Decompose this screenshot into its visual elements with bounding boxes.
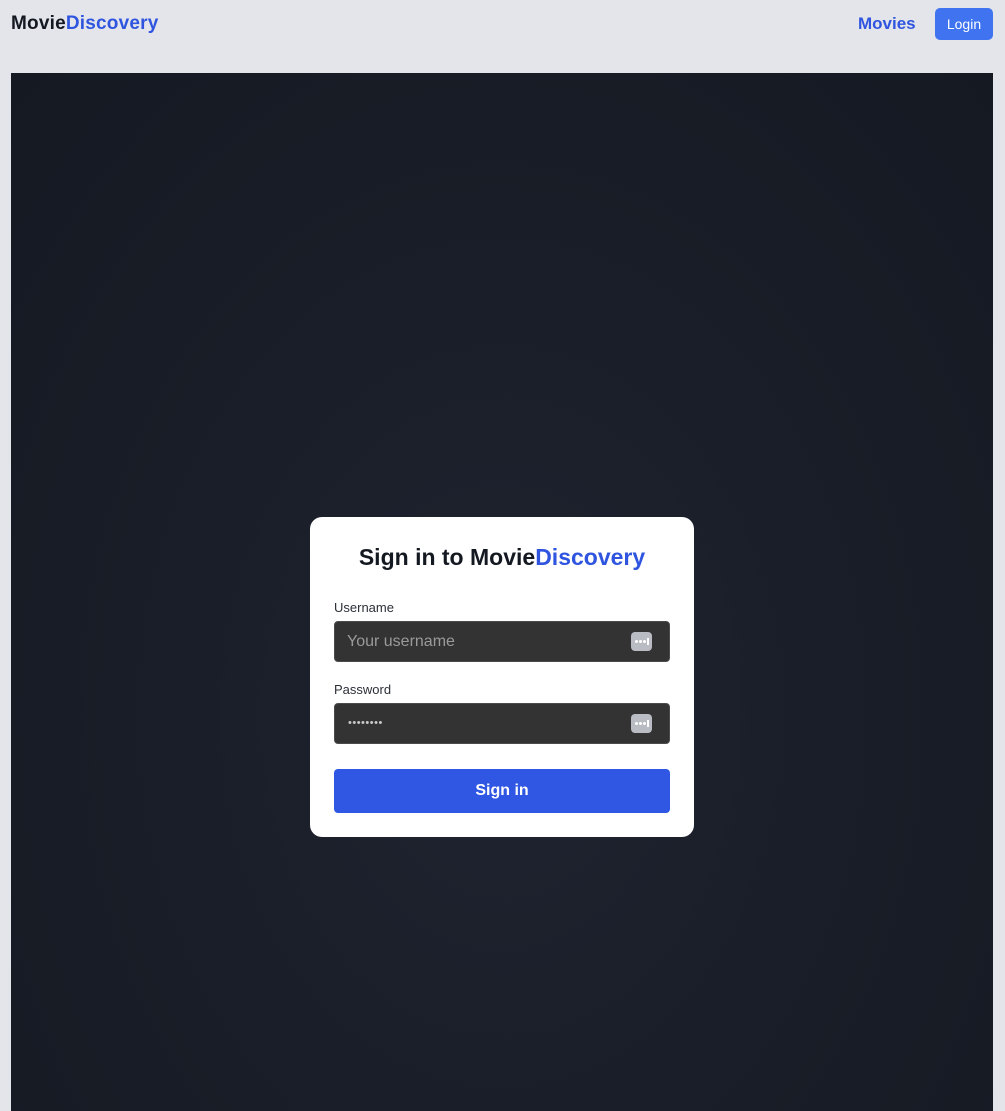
key-dot <box>643 640 646 643</box>
password-field-wrapper[interactable]: •••••••• <box>334 703 670 744</box>
login-title-highlight: Discovery <box>535 544 646 570</box>
password-label: Password <box>334 682 392 697</box>
username-field-wrapper <box>334 621 670 662</box>
key-dot <box>643 722 646 725</box>
sign-in-button[interactable]: Sign in <box>334 769 670 813</box>
username-input[interactable] <box>347 622 617 661</box>
key-dot <box>635 722 638 725</box>
login-button[interactable]: Login <box>935 8 993 40</box>
login-card: Sign in to MovieDiscovery Username Passw… <box>310 517 694 837</box>
login-title: Sign in to MovieDiscovery <box>310 543 694 571</box>
brand-logo[interactable]: MovieDiscovery <box>11 12 159 36</box>
password-input[interactable]: •••••••• <box>348 704 383 743</box>
key-dot <box>639 722 642 725</box>
autofill-key-icon[interactable] <box>631 714 652 733</box>
key-cursor <box>647 720 649 727</box>
username-label: Username <box>334 600 394 615</box>
login-title-prefix: Sign in to Movie <box>358 544 536 570</box>
brand-logo-part2: Discovery <box>65 13 159 34</box>
key-dot <box>635 640 638 643</box>
key-cursor <box>647 638 649 645</box>
nav-link-movies[interactable]: Movies <box>858 13 916 35</box>
top-navbar: MovieDiscovery Movies Login <box>0 0 1005 48</box>
autofill-key-icon[interactable] <box>631 632 652 651</box>
key-dot <box>639 640 642 643</box>
brand-logo-part1: Movie <box>11 13 66 34</box>
